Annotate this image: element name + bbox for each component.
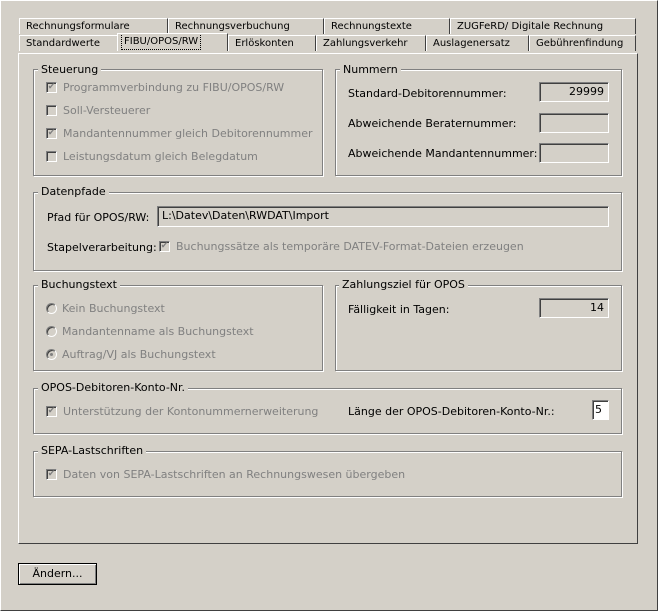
tab-zahlungsverkehr[interactable]: Zahlungsverkehr	[316, 35, 426, 51]
mandantennummer-checkbox[interactable]: ✔	[46, 128, 57, 139]
abweichende-mandantennummer-field[interactable]	[539, 143, 609, 163]
kein-buchungstext-label: Kein Buchungstext	[62, 302, 165, 315]
kontonummernerweiterung-label: Unterstützung der Kontonummernerweiterun…	[63, 405, 319, 418]
pfad-opos-rw-field[interactable]: L:\Datev\Daten\RWDAT\Import	[157, 206, 609, 227]
stapelverarbeitung-checkbox[interactable]: ✔	[159, 241, 170, 252]
leistungsdatum-label: Leistungsdatum gleich Belegdatum	[63, 150, 258, 163]
tab-rechnungstexte[interactable]: Rechnungstexte	[324, 18, 450, 34]
tab-standardwerte[interactable]: Standardwerte	[19, 35, 118, 51]
tab-auslagenersatz[interactable]: Auslagenersatz	[426, 35, 529, 51]
soll-versteuerer-checkbox[interactable]	[46, 105, 57, 116]
tab-zugferd[interactable]: ZUGFeRD/ Digitale Rechnung	[450, 18, 636, 34]
pfad-opos-rw-label: Pfad für OPOS/RW:	[47, 211, 150, 224]
programmverbindung-label: Programmverbindung zu FIBU/OPOS/RW	[63, 81, 285, 94]
mandantenname-label: Mandantenname als Buchungstext	[62, 325, 254, 338]
standard-debitorennummer-label: Standard-Debitorennummer:	[348, 87, 507, 100]
programmverbindung-checkbox[interactable]: ✔	[46, 82, 57, 93]
kontonummernerweiterung-checkbox[interactable]: ✔	[46, 406, 57, 417]
zahlungsziel-title: Zahlungsziel für OPOS	[339, 278, 468, 291]
standard-debitorennummer-field[interactable]: 29999	[539, 82, 609, 102]
stapelverarbeitung-checkbox-label: Buchungssätze als temporäre DATEV-Format…	[176, 240, 524, 253]
datenpfade-title: Datenpfade	[38, 185, 109, 198]
aendern-button[interactable]: Ändern...	[18, 563, 97, 585]
abweichende-beraternummer-field[interactable]	[539, 113, 609, 133]
auftrag-vj-radio[interactable]	[46, 349, 57, 360]
laenge-opos-konto-field[interactable]: 5	[592, 400, 609, 420]
abweichende-mandantennummer-label: Abweichende Mandantennummer:	[348, 147, 538, 160]
stapelverarbeitung-label: Stapelverarbeitung:	[47, 241, 157, 254]
tab-rechnungsformulare[interactable]: Rechnungsformulare	[19, 18, 168, 34]
buchungstext-title: Buchungstext	[38, 278, 120, 291]
datenpfade-group	[33, 192, 622, 271]
faelligkeit-label: Fälligkeit in Tagen:	[348, 303, 450, 316]
tab-rechnungsverbuchung[interactable]: Rechnungsverbuchung	[168, 18, 324, 34]
opos-konto-title: OPOS-Debitoren-Konto-Nr.	[38, 381, 189, 394]
tab-gebuehrenfindung[interactable]: Gebührenfindung	[529, 35, 636, 51]
sepa-lastschriften-label: Daten von SEPA-Lastschriften an Rechnung…	[63, 468, 406, 481]
leistungsdatum-checkbox[interactable]	[46, 151, 57, 162]
soll-versteuerer-label: Soll-Versteuerer	[63, 104, 151, 117]
abweichende-beraternummer-label: Abweichende Beraternummer:	[348, 117, 517, 130]
tab-erloeskonten[interactable]: Erlöskonten	[228, 35, 316, 51]
laenge-opos-konto-label: Länge der OPOS-Debitoren-Konto-Nr.:	[348, 405, 555, 418]
sepa-lastschriften-checkbox[interactable]: ✔	[46, 469, 57, 480]
nummern-title: Nummern	[340, 63, 401, 76]
sepa-title: SEPA-Lastschriften	[38, 444, 147, 457]
mandantenname-radio[interactable]	[46, 326, 57, 337]
mandantennummer-label: Mandantennummer gleich Debitorennummer	[63, 127, 313, 140]
kein-buchungstext-radio[interactable]	[46, 303, 57, 314]
radio-selected-dot	[50, 353, 53, 356]
steuerung-title: Steuerung	[38, 63, 102, 76]
auftrag-vj-label: Auftrag/VJ als Buchungstext	[62, 348, 216, 361]
faelligkeit-field[interactable]: 14	[539, 298, 609, 318]
tab-fibu-opos-rw[interactable]: FIBU/OPOS/RW	[117, 33, 228, 51]
